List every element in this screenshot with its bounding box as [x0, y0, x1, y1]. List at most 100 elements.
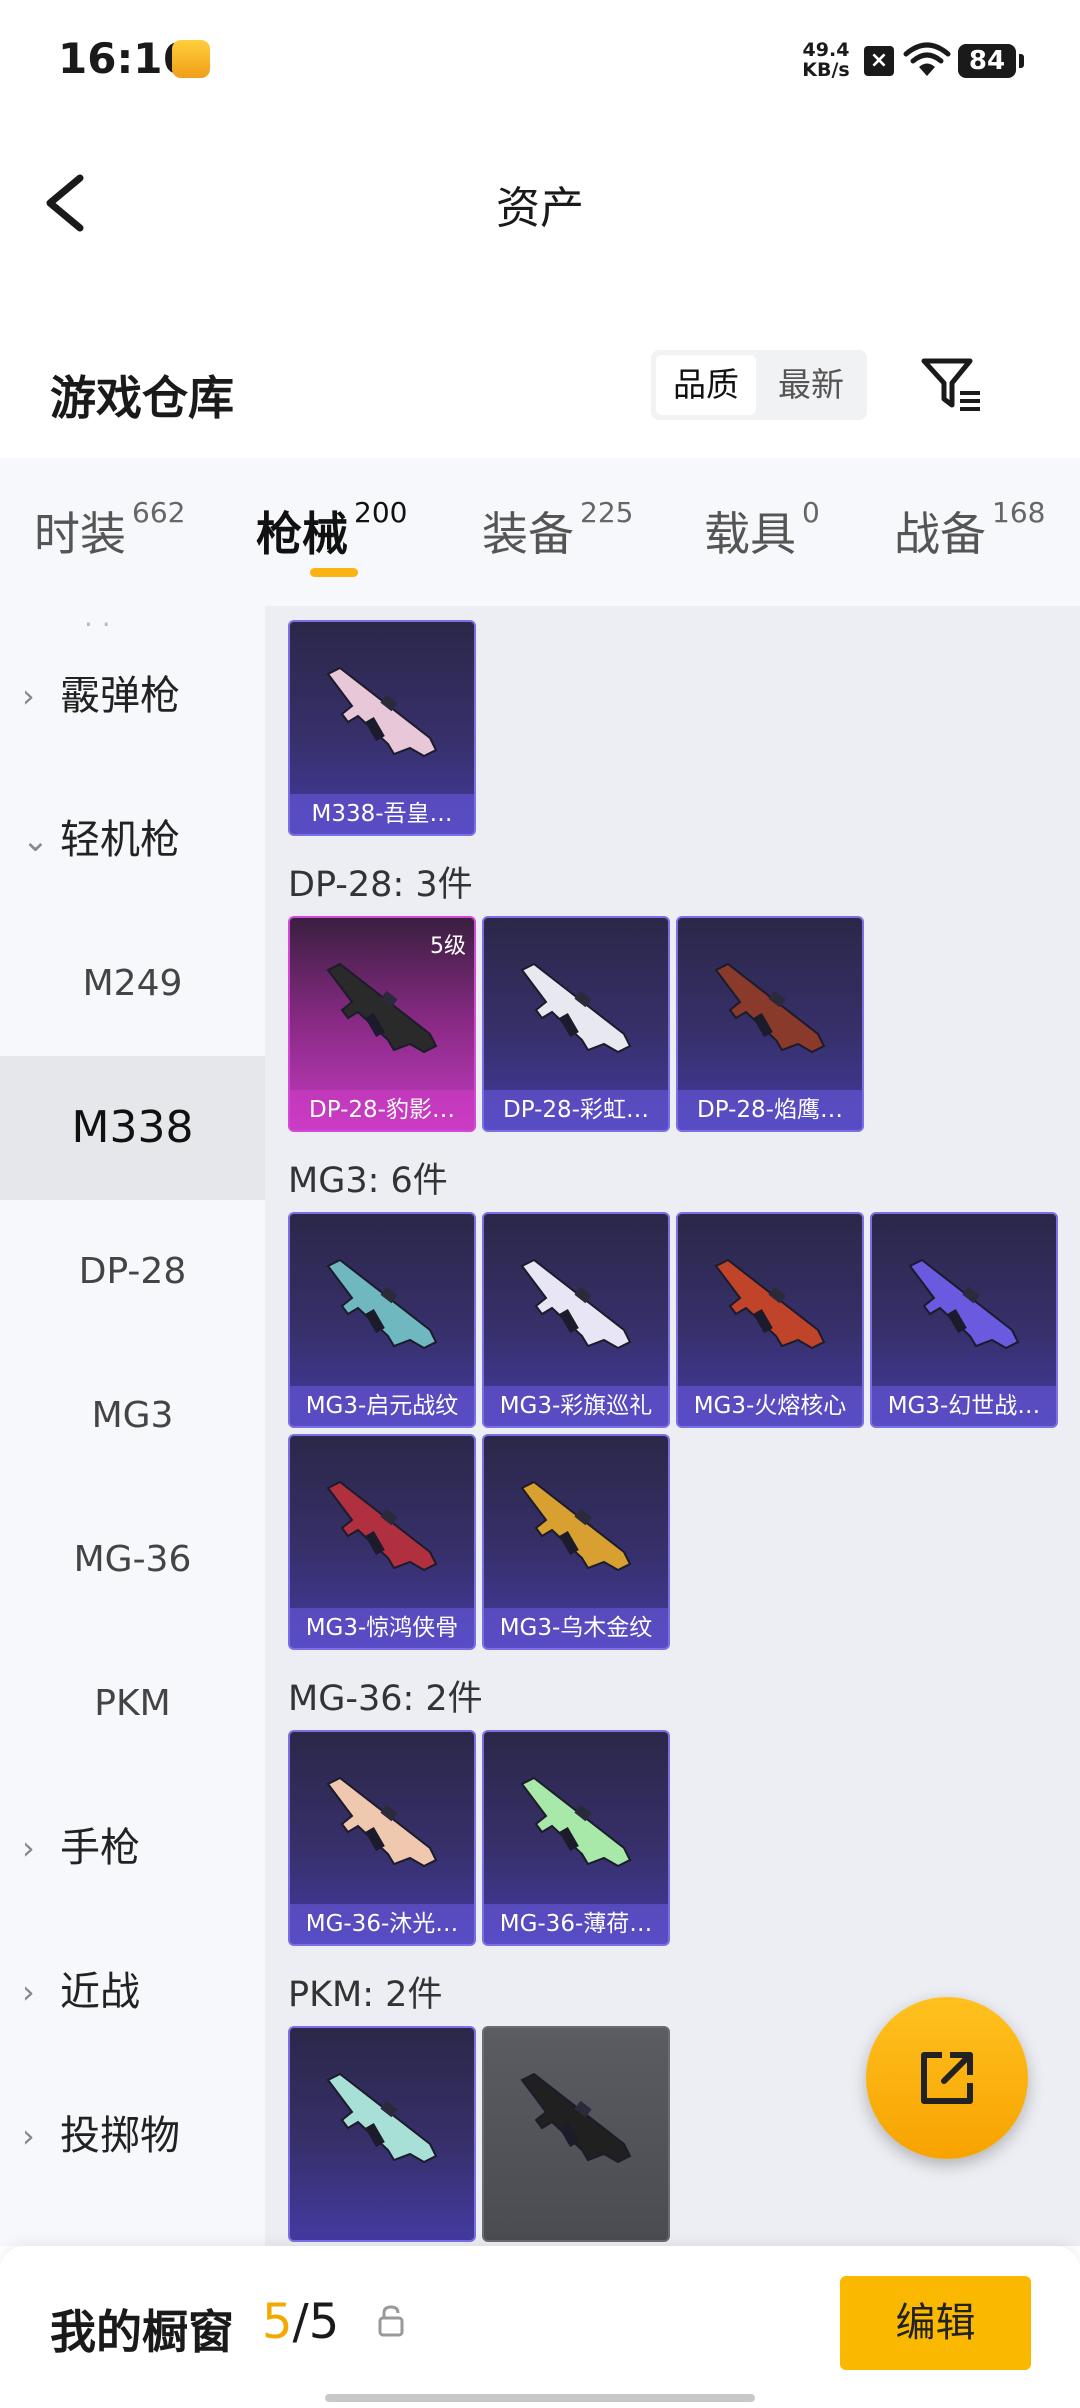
- sidebar-item-shotgun[interactable]: › 霰弹枪: [0, 624, 265, 768]
- weapon-skin-image: [714, 1258, 826, 1350]
- tab-count: 200: [354, 496, 408, 529]
- chevron-right-icon: ›: [22, 677, 35, 715]
- showcase-total: 5: [308, 2294, 340, 2350]
- tab-count: 0: [802, 496, 820, 529]
- weapon-card[interactable]: MG3-启元战纹: [288, 1212, 476, 1428]
- weapon-card[interactable]: MG-36-沐光…: [288, 1730, 476, 1946]
- sidebar-item-m249[interactable]: M249: [0, 912, 265, 1056]
- sidebar-item-dp28[interactable]: DP-28: [0, 1200, 265, 1344]
- weapon-name: MG3-启元战纹: [290, 1386, 474, 1426]
- battery-icon: 84: [958, 44, 1024, 78]
- lock-icon: [378, 2305, 404, 2337]
- weapon-card[interactable]: MG3-火熔核心: [676, 1212, 864, 1428]
- tab-fashion[interactable]: 时装 662: [34, 496, 186, 564]
- tab-count: 662: [132, 496, 186, 529]
- weapon-card[interactable]: DP-28-彩虹…: [482, 916, 670, 1132]
- weapon-card[interactable]: DP-28-焰鹰…: [676, 916, 864, 1132]
- sidebar-item-pistol[interactable]: › 手枪: [0, 1776, 265, 1920]
- net-speed: 49.4 KB/s: [800, 40, 852, 80]
- showcase-separator: /: [292, 2294, 309, 2350]
- weapon-skin-image: [520, 1480, 632, 1572]
- sidebar-item-melee[interactable]: › 近战: [0, 1920, 265, 2064]
- weapon-skin-image: [326, 666, 438, 758]
- weapon-name: MG3-乌木金纹: [484, 1608, 668, 1648]
- sidebar-item-lmg[interactable]: ⌄ 轻机枪: [0, 768, 265, 912]
- sidebar-item-m338[interactable]: M338: [0, 1056, 265, 1200]
- sidebar-item-label: 手枪: [60, 1825, 140, 1871]
- tab-count: 168: [992, 496, 1046, 529]
- net-speed-unit: KB/s: [802, 59, 850, 81]
- weapon-name: DP-28-豹影…: [290, 1090, 474, 1130]
- weapon-card[interactable]: [482, 2026, 670, 2242]
- weapon-card[interactable]: MG-36-薄荷…: [482, 1730, 670, 1946]
- sidebar-item-mg3[interactable]: MG3: [0, 1344, 265, 1488]
- weapon-skin-image: [326, 1258, 438, 1350]
- tab-label: 载具: [704, 507, 796, 561]
- weapon-card[interactable]: MG3-彩旗巡礼: [482, 1212, 670, 1428]
- weapon-card[interactable]: 5级 DP-28-豹影…: [288, 916, 476, 1132]
- tab-guns[interactable]: 枪械 200: [256, 496, 408, 564]
- weapon-card[interactable]: MG3-幻世战…: [870, 1212, 1058, 1428]
- weapon-name: M338-吾皇…: [290, 794, 474, 834]
- filter-icon[interactable]: [920, 355, 984, 415]
- category-tabs: 时装 662 枪械 200 装备 225 载具 0 战备 168: [0, 458, 1080, 606]
- app-header: 资产: [0, 120, 1080, 280]
- section-title: DP-28: 3件: [288, 865, 473, 905]
- level-badge: 5级: [430, 934, 466, 959]
- chevron-right-icon: ›: [22, 1973, 35, 2011]
- weapon-skin-image: [520, 2072, 632, 2164]
- edit-button[interactable]: 编辑: [840, 2276, 1031, 2370]
- weapon-skin-image: [520, 1776, 632, 1868]
- showcase-label: 我的橱窗: [50, 2305, 234, 2359]
- weapon-name: MG3-幻世战…: [872, 1386, 1056, 1426]
- sidebar-item-throwables[interactable]: › 投掷物: [0, 2064, 265, 2208]
- sidebar-item-mg36[interactable]: MG-36: [0, 1488, 265, 1632]
- showcase-bar: 我的橱窗 5/5 编辑: [0, 2246, 1080, 2408]
- showcase-current: 5: [262, 2294, 293, 2350]
- weapon-skin-image: [520, 1258, 632, 1350]
- tab-label: 装备: [482, 507, 574, 561]
- sidebar-item-label: 近战: [60, 1969, 140, 2015]
- weapon-name: DP-28-彩虹…: [484, 1090, 668, 1130]
- tab-supplies[interactable]: 战备 168: [894, 496, 1046, 564]
- section-title: MG-36: 2件: [288, 1679, 483, 1719]
- weapon-card[interactable]: MG3-惊鸿侠骨: [288, 1434, 476, 1650]
- weapon-skin-image: [326, 1776, 438, 1868]
- app-icon: [172, 40, 210, 78]
- weapon-name: MG3-火熔核心: [678, 1386, 862, 1426]
- weapon-skin-image: [520, 962, 632, 1054]
- home-indicator: [325, 2394, 755, 2402]
- tab-vehicles[interactable]: 载具 0: [704, 496, 820, 564]
- weapon-card[interactable]: MG3-乌木金纹: [482, 1434, 670, 1650]
- weapon-sidebar: · · › 霰弹枪 ⌄ 轻机枪 M249 M338 DP-28 MG3 MG-36 …: [0, 606, 265, 2246]
- weapon-name: MG-36-薄荷…: [484, 1904, 668, 1944]
- weapon-skin-image: [714, 962, 826, 1054]
- tab-label: 时装: [34, 507, 126, 561]
- showcase-count: 5/5: [262, 2294, 339, 2350]
- sidebar-item-pkm[interactable]: PKM: [0, 1632, 265, 1776]
- weapon-skin-image: [908, 1258, 1020, 1350]
- weapon-card[interactable]: M338-吾皇…: [288, 620, 476, 836]
- tab-count: 225: [580, 496, 634, 529]
- tab-label: 战备: [894, 507, 986, 561]
- sidebar-item-label: 轻机枪: [60, 817, 180, 863]
- chevron-right-icon: ›: [22, 2117, 35, 2155]
- page-title: 资产: [496, 183, 584, 234]
- chevron-right-icon: ›: [22, 1829, 35, 1867]
- sort-option-quality[interactable]: 品质: [656, 355, 756, 415]
- sort-option-newest[interactable]: 最新: [761, 355, 861, 415]
- share-icon: [921, 2052, 973, 2104]
- weapon-skin-image: [326, 1480, 438, 1572]
- share-button[interactable]: [866, 1997, 1028, 2159]
- sidebar-item-label: 霰弹枪: [60, 673, 180, 719]
- section-title: PKM: 2件: [288, 1975, 443, 2015]
- weapon-card[interactable]: [288, 2026, 476, 2242]
- chevron-down-icon: ⌄: [22, 821, 49, 859]
- sidebar-item-label: 投掷物: [60, 2113, 180, 2159]
- weapon-name: MG3-惊鸿侠骨: [290, 1608, 474, 1648]
- tab-equipment[interactable]: 装备 225: [482, 496, 634, 564]
- weapon-name: MG-36-沐光…: [290, 1904, 474, 1944]
- net-speed-value: 49.4: [802, 39, 850, 61]
- section-title: MG3: 6件: [288, 1161, 448, 1201]
- status-bar: 16:16 49.4 KB/s × 84: [0, 0, 1080, 120]
